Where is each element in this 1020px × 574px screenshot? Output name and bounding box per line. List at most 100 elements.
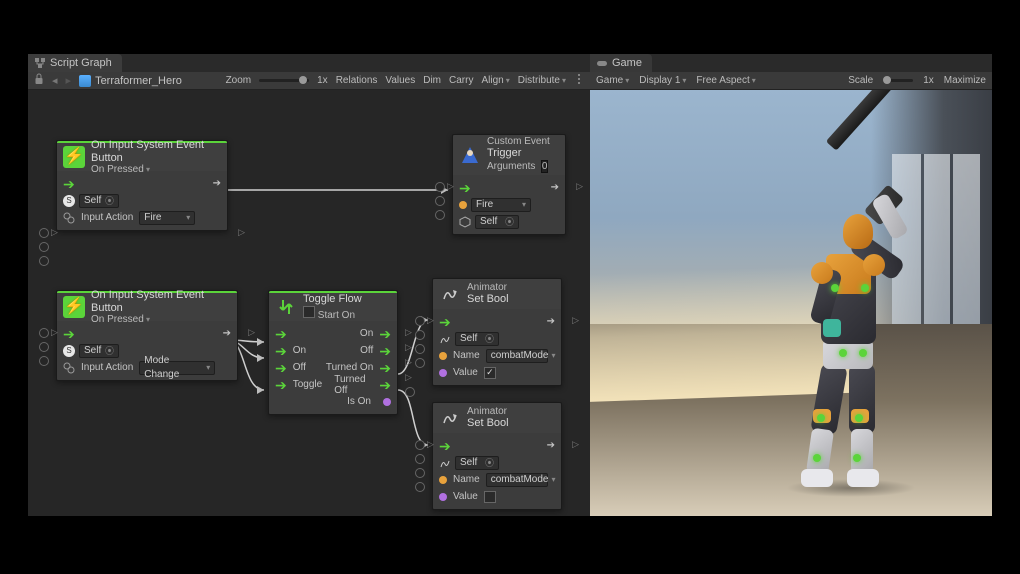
port-in[interactable] (415, 358, 434, 368)
flow-arrow-icon: ➔ (275, 378, 287, 392)
node-animator-setbool-2[interactable]: Animator Set Bool ➔ ➔ Self Name combatMo… (432, 402, 562, 510)
name-field[interactable]: combatMode (486, 473, 548, 487)
target-dropdown[interactable]: Self (475, 215, 519, 229)
lock-icon[interactable] (34, 73, 44, 88)
tab-script-graph[interactable]: Script Graph (28, 54, 122, 72)
toolbar-distribute[interactable]: Distribute (518, 75, 566, 86)
chevron-right-icon[interactable]: ▸ (66, 74, 72, 87)
tab-label: Script Graph (50, 54, 112, 72)
bool-port-icon (439, 493, 447, 501)
port-in[interactable] (39, 256, 58, 266)
off-in-label: Off (287, 362, 312, 373)
wizard-icon (459, 144, 481, 166)
animator-port-icon (439, 333, 451, 345)
animator-icon (439, 407, 461, 429)
port-in[interactable]: ▷ (415, 315, 434, 326)
args-value[interactable]: 0 (541, 160, 549, 173)
value-checkbox[interactable] (484, 491, 496, 503)
port-out[interactable]: ▷ (405, 342, 415, 353)
aspect-dropdown[interactable]: Free Aspect (696, 75, 755, 86)
port-out[interactable]: ▷ (238, 227, 245, 238)
flow-arrow-icon: ➔ (379, 344, 397, 358)
string-port-icon (459, 201, 467, 209)
port-in[interactable] (415, 468, 434, 478)
node-custom-event-trigger[interactable]: Custom Event Trigger Arguments 0 ➔ ➔ Fir… (452, 134, 566, 235)
tab-game[interactable]: Game (590, 54, 652, 72)
node-input-event-1[interactable]: ⚡ On Input System Event Button On Presse… (56, 140, 228, 231)
port-in[interactable]: ▷ (435, 181, 454, 192)
port-in[interactable] (435, 210, 454, 220)
toolbar-align[interactable]: Align (481, 75, 509, 86)
port-out[interactable]: ▷ (405, 327, 415, 338)
display-dropdown[interactable]: Display 1 (639, 75, 686, 86)
asset-breadcrumb[interactable]: Terraformer_Hero (79, 75, 182, 87)
scale-slider[interactable] (883, 79, 913, 82)
port-in[interactable] (415, 330, 434, 340)
on-in-label: On (287, 345, 312, 356)
port-out[interactable]: ▷ (572, 439, 579, 450)
port-out[interactable]: ▷ (572, 315, 579, 326)
value-checkbox[interactable]: ✓ (484, 367, 496, 379)
node-subtitle[interactable]: On Pressed (91, 314, 231, 325)
scale-label: Scale (848, 75, 873, 86)
name-field[interactable]: combatMode (486, 349, 548, 363)
port-in[interactable] (415, 344, 434, 354)
port-out[interactable]: ▷ (576, 181, 583, 192)
toggle-in-label: Toggle (287, 379, 328, 390)
toolbar-dim[interactable]: Dim (423, 75, 441, 86)
port-in[interactable] (415, 454, 434, 464)
self-dropdown[interactable]: Self (455, 332, 499, 346)
kebab-icon[interactable] (574, 73, 584, 88)
game-mode-dropdown[interactable]: Game (596, 75, 629, 86)
port-in[interactable] (435, 196, 454, 206)
port-in[interactable] (39, 356, 58, 366)
self-dropdown[interactable]: Self (79, 194, 119, 208)
toolbar-relations[interactable]: Relations (336, 75, 378, 86)
flow-in-arrow-icon: ➔ (63, 327, 75, 341)
name-label: Name (447, 474, 486, 485)
self-dropdown[interactable]: Self (455, 456, 499, 470)
toolbar-carry[interactable]: Carry (449, 75, 473, 86)
zoom-slider[interactable] (259, 79, 309, 82)
name-label: Name (447, 350, 486, 361)
node-subtitle[interactable]: On Pressed (91, 164, 221, 175)
tab-label: Game (612, 54, 642, 72)
port-in[interactable]: ▷ (415, 439, 434, 450)
port-in[interactable]: ▷ (39, 327, 58, 338)
port-in[interactable] (415, 482, 434, 492)
prefab-icon (79, 75, 91, 87)
bolt-icon: ⚡ (64, 149, 84, 165)
event-name-field[interactable]: Fire (471, 198, 531, 212)
action-dropdown[interactable]: Mode Change (139, 361, 215, 375)
scale-value: 1x (923, 75, 934, 86)
string-port-icon (439, 476, 447, 484)
target-icon: S (63, 195, 75, 207)
action-dropdown[interactable]: Fire (139, 211, 195, 225)
target-icon: S (63, 345, 75, 357)
game-toolbar: Game Display 1 Free Aspect Scale 1x Maxi… (590, 72, 992, 90)
node-input-event-2[interactable]: ⚡ On Input System Event Button On Presse… (56, 290, 238, 381)
maximize-button[interactable]: Maximize (944, 75, 986, 86)
flow-arrow-icon: ➔ (275, 344, 287, 358)
toolbar-values[interactable]: Values (385, 75, 415, 86)
port-out[interactable]: ▷ (405, 357, 415, 368)
chevron-left-icon[interactable]: ◂ (52, 74, 58, 87)
value-label: Value (447, 367, 484, 378)
node-toggle-flow[interactable]: Toggle Flow Start On ➔ On ➔ ➔ On Off ➔ ➔ (268, 290, 398, 415)
port-in[interactable] (39, 342, 58, 352)
start-on-checkbox[interactable] (303, 306, 315, 318)
turned-on-label: Turned On (320, 362, 379, 373)
self-dropdown[interactable]: Self (79, 344, 119, 358)
port-out[interactable]: ▷ (405, 372, 415, 383)
port-out[interactable]: ▷ (248, 327, 255, 338)
port-in[interactable] (39, 242, 58, 252)
node-category: Custom Event (487, 136, 550, 147)
object-port-icon (459, 216, 471, 228)
port-in[interactable]: ▷ (39, 227, 58, 238)
port-out[interactable] (405, 387, 415, 397)
node-title: Set Bool (467, 293, 509, 305)
node-animator-setbool-1[interactable]: Animator Set Bool ➔ ➔ Self Name combatMo… (432, 278, 562, 386)
flow-arrow-icon: ➔ (541, 317, 561, 327)
graph-canvas[interactable]: ⚡ On Input System Event Button On Presse… (28, 90, 590, 516)
flow-out-arrow-icon: ➔ (217, 329, 237, 339)
